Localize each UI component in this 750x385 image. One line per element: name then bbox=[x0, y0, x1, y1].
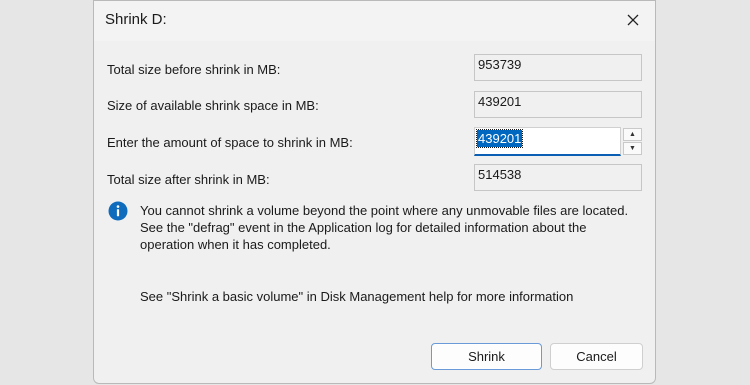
spin-up-button[interactable]: ▲ bbox=[623, 128, 642, 141]
cancel-button[interactable]: Cancel bbox=[550, 343, 643, 370]
total-before-value: 953739 bbox=[474, 54, 642, 81]
available-space-value: 439201 bbox=[474, 91, 642, 118]
title-bar: Shrink D: bbox=[94, 1, 655, 41]
available-space-label: Size of available shrink space in MB: bbox=[107, 98, 319, 113]
info-icon bbox=[108, 201, 128, 221]
close-button[interactable] bbox=[621, 8, 645, 32]
shrink-button[interactable]: Shrink bbox=[431, 343, 542, 370]
dialog-title: Shrink D: bbox=[105, 11, 167, 28]
help-message: See "Shrink a basic volume" in Disk Mana… bbox=[140, 289, 574, 304]
total-after-label: Total size after shrink in MB: bbox=[107, 172, 270, 187]
shrink-amount-stepper[interactable]: 439201 ▲ ▼ bbox=[474, 127, 643, 156]
shrink-amount-input[interactable]: 439201 bbox=[474, 127, 621, 156]
total-after-value: 514538 bbox=[474, 164, 642, 191]
spin-down-button[interactable]: ▼ bbox=[623, 142, 642, 155]
spin-buttons: ▲ ▼ bbox=[623, 128, 642, 155]
close-icon bbox=[627, 14, 639, 26]
shrink-amount-label: Enter the amount of space to shrink in M… bbox=[107, 135, 353, 150]
shrink-amount-value: 439201 bbox=[475, 129, 524, 148]
total-before-label: Total size before shrink in MB: bbox=[107, 62, 281, 77]
shrink-dialog: Shrink D: Total size before shrink in MB… bbox=[93, 0, 656, 384]
info-message: You cannot shrink a volume beyond the po… bbox=[140, 203, 629, 252]
